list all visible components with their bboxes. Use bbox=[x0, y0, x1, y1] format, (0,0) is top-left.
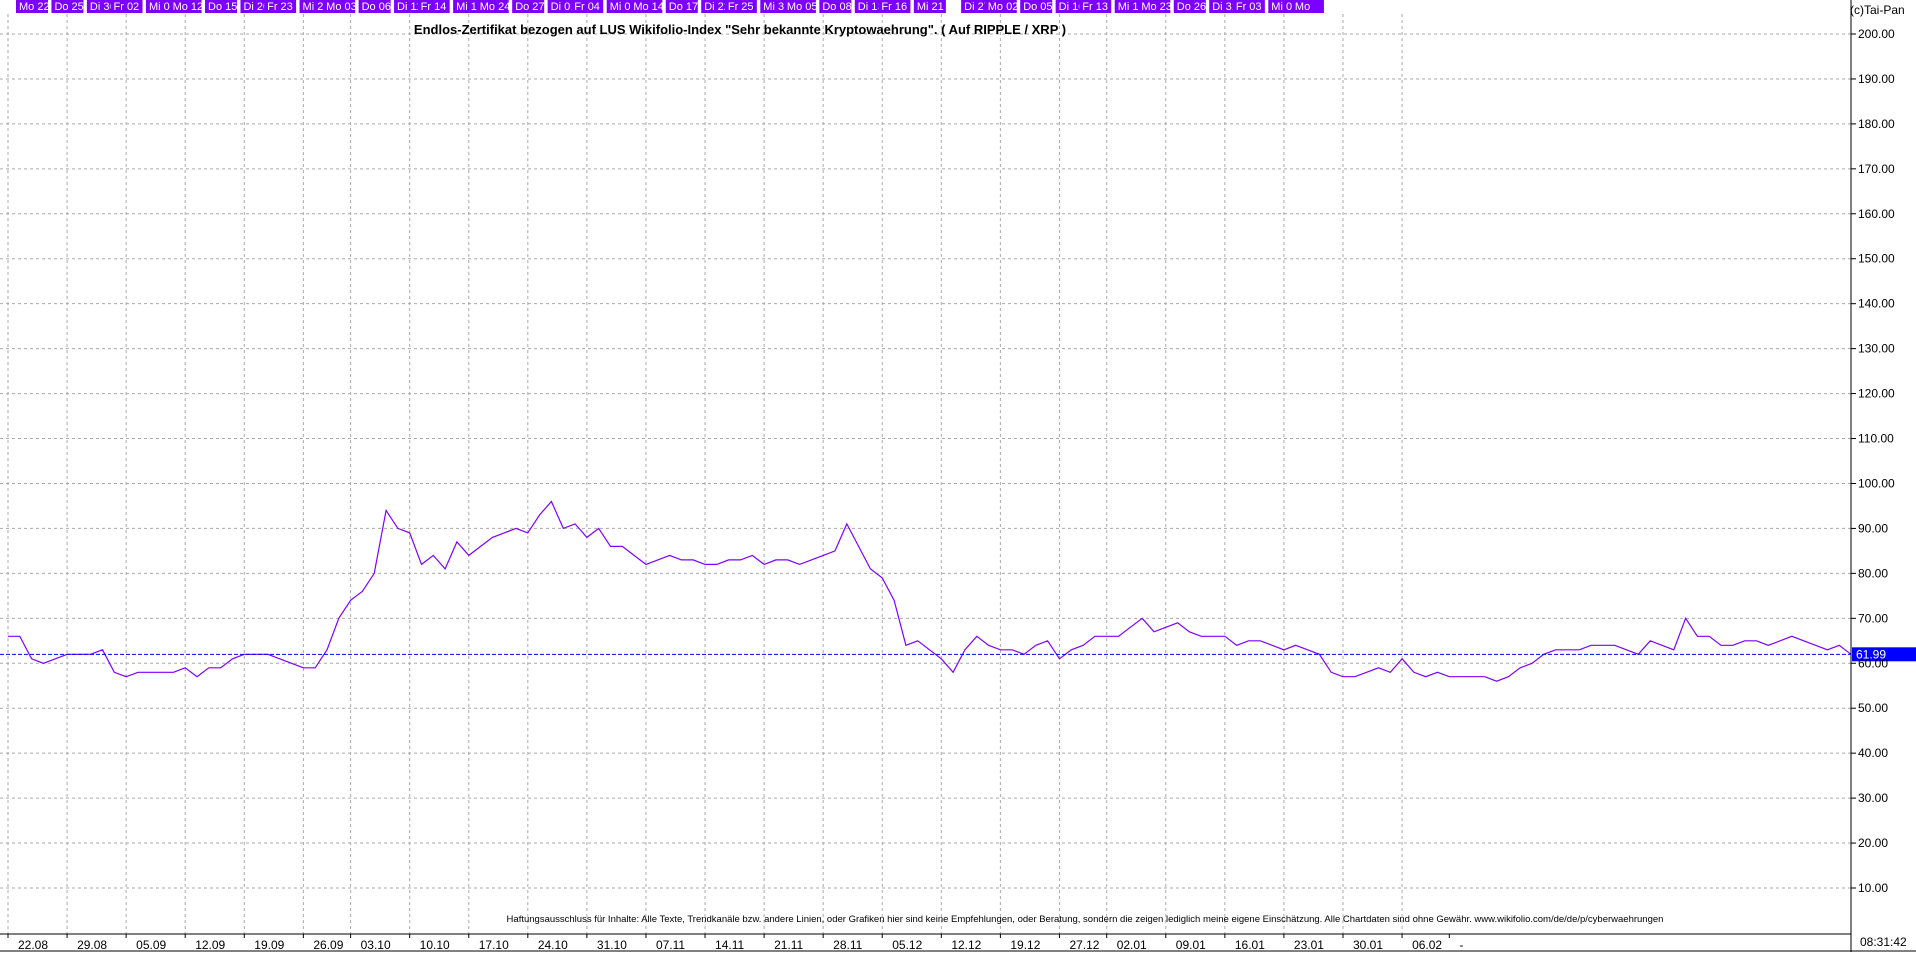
y-tick-label: 160.00 bbox=[1858, 207, 1895, 221]
y-tick-label: 50.00 bbox=[1858, 701, 1888, 715]
x-tick-label: 16.01 bbox=[1235, 938, 1265, 952]
day-header-label: Fr 03 bbox=[1236, 1, 1262, 13]
day-header-label: Mo 02 bbox=[988, 1, 1019, 13]
day-header-label: Mo 24 bbox=[480, 1, 511, 13]
day-header-label: Do 15 bbox=[208, 1, 237, 13]
day-header-label: Mo 22 bbox=[19, 1, 50, 13]
y-tick-label: 190.00 bbox=[1858, 72, 1895, 86]
day-header-label: Fr 14 bbox=[421, 1, 447, 13]
x-tick-label: 12.09 bbox=[195, 938, 225, 952]
x-tick-label: 22.08 bbox=[18, 938, 48, 952]
x-tick-label: 17.10 bbox=[479, 938, 509, 952]
day-header-label: Fr 25 bbox=[728, 1, 754, 13]
day-header-label: Mo 12 bbox=[173, 1, 204, 13]
y-tick-label: 30.00 bbox=[1858, 791, 1888, 805]
day-header-label: Fr 04 bbox=[574, 1, 600, 13]
x-tick-label: 12.12 bbox=[951, 938, 981, 952]
day-header-label: Do 08 bbox=[822, 1, 851, 13]
y-tick-label: 130.00 bbox=[1858, 342, 1895, 356]
x-tick-label: 07.11 bbox=[656, 938, 685, 952]
x-tick-label: 03.10 bbox=[361, 938, 391, 952]
day-header-label: Fr 02 bbox=[114, 1, 140, 13]
y-tick-label: 120.00 bbox=[1858, 387, 1895, 401]
chart-svg: Mo 22 Do 25 Di 30Fr 02 Mi 07Mo 12 Do 15 Di 20… bbox=[0, 0, 1916, 952]
x-tick-label: 23.01 bbox=[1294, 938, 1324, 952]
x-tick-label: - bbox=[1459, 938, 1463, 952]
day-header-label: Do 06 bbox=[362, 1, 391, 13]
x-tick-label: 29.08 bbox=[77, 938, 107, 952]
y-tick-label: 170.00 bbox=[1858, 162, 1895, 176]
day-header-label: Do 25 bbox=[54, 1, 83, 13]
y-tick-label: 90.00 bbox=[1858, 521, 1888, 535]
y-tick-label: 80.00 bbox=[1858, 566, 1888, 580]
x-tick-label: 09.01 bbox=[1176, 938, 1206, 952]
x-tick-label: 28.11 bbox=[833, 938, 862, 952]
y-tick-label: 10.00 bbox=[1858, 881, 1888, 895]
y-tick-label: 100.00 bbox=[1858, 476, 1895, 490]
day-header-label: Fr 13 bbox=[1082, 1, 1108, 13]
day-header-label: Do 26 bbox=[1177, 1, 1206, 13]
y-tick-label: 60.00 bbox=[1858, 656, 1888, 670]
x-tick-label: 05.12 bbox=[892, 938, 922, 952]
chart-background bbox=[0, 0, 1916, 952]
day-header-label: Fr 23 bbox=[267, 1, 293, 13]
y-tick-label: 180.00 bbox=[1858, 117, 1895, 131]
copyright-label: (c)Tai-Pan bbox=[1850, 3, 1905, 17]
x-tick-label: 24.10 bbox=[538, 938, 568, 952]
disclaimer-text: Haftungsausschluss für Inhalte: Alle Tex… bbox=[507, 914, 1664, 925]
y-tick-label: 20.00 bbox=[1858, 836, 1888, 850]
day-header-label: Do 27 bbox=[515, 1, 544, 13]
x-tick-label: 10.10 bbox=[420, 938, 450, 952]
chart-title: Endlos-Zertifikat bezogen auf LUS Wikifo… bbox=[414, 22, 1066, 37]
day-header-label: Mo 03 bbox=[326, 1, 357, 13]
day-header-label: Mo 05 bbox=[787, 1, 818, 13]
x-tick-label: 26.09 bbox=[313, 938, 343, 952]
time-label: 08:31:42 bbox=[1860, 935, 1907, 949]
x-tick-label: 19.12 bbox=[1010, 938, 1040, 952]
y-tick-label: 40.00 bbox=[1858, 746, 1888, 760]
day-header-label: Mo 14 bbox=[633, 1, 664, 13]
x-tick-label: 27.12 bbox=[1069, 938, 1099, 952]
day-header-label: Mo bbox=[1295, 1, 1310, 13]
y-tick-label: 150.00 bbox=[1858, 252, 1895, 266]
x-tick-label: 06.02 bbox=[1412, 938, 1442, 952]
day-header-label: Mo 23 bbox=[1141, 1, 1172, 13]
day-header-label: Do 05 bbox=[1023, 1, 1052, 13]
x-tick-label: 31.10 bbox=[597, 938, 627, 952]
x-tick-label: 19.09 bbox=[254, 938, 284, 952]
y-tick-label: 200.00 bbox=[1858, 27, 1895, 41]
day-header-label: Do 17 bbox=[669, 1, 698, 13]
chart: Mo 22 Do 25 Di 30 Fr 02 Mi 07 Mo 12 Do 15 Di 20… bbox=[0, 0, 1916, 952]
x-tick-label: 30.01 bbox=[1353, 938, 1383, 952]
day-header: Mo 22 Do 25 Di 30Fr 02 Mi 07Mo 12 Do 15 Di 20… bbox=[16, 0, 1324, 13]
x-tick-label: 21.11 bbox=[774, 938, 803, 952]
x-tick-label: 02.01 bbox=[1117, 938, 1147, 952]
y-tick-label: 140.00 bbox=[1858, 297, 1895, 311]
x-tick-label: 05.09 bbox=[136, 938, 166, 952]
y-tick-label: 110.00 bbox=[1858, 432, 1894, 446]
x-tick-label: 14.11 bbox=[715, 938, 744, 952]
day-header-label: Fr 16 bbox=[881, 1, 907, 13]
y-tick-label: 70.00 bbox=[1858, 611, 1888, 625]
day-header-label: Mi 21 bbox=[917, 1, 944, 13]
